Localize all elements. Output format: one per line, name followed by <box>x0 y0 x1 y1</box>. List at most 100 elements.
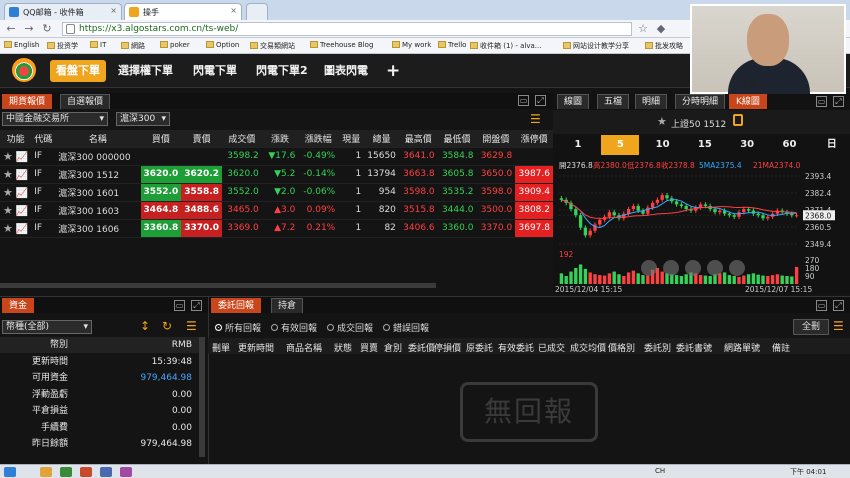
explorer-icon[interactable] <box>40 467 52 477</box>
sort-icon[interactable]: ↕ <box>140 319 150 333</box>
orders-column-header[interactable]: 備註 <box>772 341 790 354</box>
star-icon[interactable]: ★ <box>3 222 13 235</box>
back-icon[interactable]: ← <box>4 22 18 36</box>
popout-icon[interactable]: ▭ <box>816 96 827 107</box>
cancel-all-button[interactable]: 全刪 <box>793 319 829 335</box>
column-header[interactable]: 成交價 <box>221 130 262 148</box>
column-header[interactable]: 現量 <box>338 130 365 148</box>
tab-order-reports[interactable]: 委託回報 <box>211 298 262 313</box>
bookmark-item[interactable]: My work <box>392 41 431 49</box>
column-header[interactable]: 最高價 <box>398 130 438 148</box>
close-tab-icon[interactable]: × <box>230 6 237 15</box>
column-header[interactable]: 代碼 <box>31 130 56 148</box>
popout-icon[interactable]: ▭ <box>518 95 529 106</box>
star-icon[interactable]: ★ <box>3 168 13 181</box>
quote-row[interactable]: ★ 📈 IF 滬深300 1603 3464.8 3488.6 3465.0 ▲3.0 0.0… <box>0 201 553 220</box>
orders-column-header[interactable]: 價格別 <box>608 341 635 354</box>
orders-column-header[interactable]: 委託書號 <box>676 341 712 354</box>
orders-column-header[interactable]: 刪單 <box>212 341 230 354</box>
star-icon[interactable]: ★ <box>3 186 13 199</box>
row-ask[interactable]: 3558.8 <box>181 183 222 202</box>
bookmark-item[interactable]: poker <box>160 41 190 49</box>
add-menu-button[interactable]: + <box>380 60 406 82</box>
horizontal-scrollbar[interactable] <box>0 283 436 288</box>
bookmark-item[interactable]: 投资学 <box>47 41 78 51</box>
row-ask[interactable]: 3620.2 <box>181 165 222 184</box>
app-icon[interactable] <box>100 467 112 477</box>
column-header[interactable]: 最低價 <box>437 130 477 148</box>
exchange-select[interactable]: 中國金融交易所 ▾ <box>2 112 108 126</box>
row-ask[interactable]: 3370.0 <box>181 219 222 238</box>
orders-column-header[interactable]: 成交均價 <box>570 341 606 354</box>
column-header[interactable]: 漲停價 <box>515 130 553 148</box>
orders-column-header[interactable]: 買賣 <box>360 341 378 354</box>
orders-column-header[interactable]: 網路單號 <box>724 341 760 354</box>
report-filter-radio[interactable]: 有效回報 <box>271 324 317 334</box>
orders-column-header[interactable]: 委託價 <box>408 341 435 354</box>
extension-icon[interactable]: ◆ <box>654 22 668 36</box>
trend-chart-icon[interactable]: 📈 <box>16 224 28 235</box>
vertical-scrollbar[interactable] <box>199 337 205 457</box>
radio-icon[interactable] <box>383 324 391 331</box>
bookmark-item[interactable]: 網路 <box>121 41 145 51</box>
menu-flash-order[interactable]: 閃電下單 <box>187 60 243 82</box>
interval-button[interactable]: 60 <box>771 135 809 155</box>
chart-tab[interactable]: 明細 <box>635 94 668 109</box>
radio-icon[interactable] <box>327 324 335 331</box>
bookmark-item[interactable]: 批发攻略 <box>645 41 683 51</box>
chart-tab[interactable]: 線圖 <box>557 94 590 109</box>
orders-column-header[interactable]: 更新時間 <box>238 341 274 354</box>
bookmark-item[interactable]: Option <box>206 41 239 49</box>
trend-chart-icon[interactable]: 📈 <box>16 188 28 199</box>
list-menu-icon[interactable]: ☰ <box>186 319 197 333</box>
tab-futures-quote[interactable]: 期貨報價 <box>2 94 53 109</box>
orders-column-header[interactable]: 原委託 <box>466 341 493 354</box>
menu-option-order[interactable]: 選擇權下單 <box>112 60 179 82</box>
input-language[interactable]: CH <box>655 467 665 475</box>
orders-column-header[interactable]: 有效委託 <box>498 341 534 354</box>
star-icon[interactable]: ★ <box>3 150 13 163</box>
column-header[interactable]: 開盤價 <box>476 130 516 148</box>
expand-icon[interactable]: ⤢ <box>535 95 546 106</box>
column-header[interactable]: 漲跌 <box>261 130 299 148</box>
row-bid[interactable] <box>140 147 182 166</box>
reload-icon[interactable]: ↻ <box>40 22 54 36</box>
row-ask[interactable]: 3488.6 <box>181 201 222 220</box>
orders-column-header[interactable]: 停損價 <box>434 341 461 354</box>
row-ask[interactable] <box>181 147 222 166</box>
list-menu-icon[interactable]: ☰ <box>833 319 844 333</box>
report-filter-radio[interactable]: 所有回報 <box>215 324 261 334</box>
list-menu-icon[interactable]: ☰ <box>530 112 541 126</box>
chart-tab[interactable]: 五檔 <box>597 94 630 109</box>
row-bid[interactable]: 3552.0 <box>140 183 182 202</box>
bookmark-item[interactable]: English <box>4 41 39 49</box>
orders-column-header[interactable]: 狀態 <box>334 341 352 354</box>
bookmark-item[interactable]: Treehouse Blog <box>310 41 373 49</box>
interval-button[interactable]: 1 <box>559 135 597 155</box>
index-select[interactable]: 滬深300 ▾ <box>116 112 170 126</box>
row-bid[interactable]: 3620.0 <box>140 165 182 184</box>
new-tab-button[interactable] <box>246 3 268 20</box>
bookmark-item[interactable]: 收件箱 (1) - alva... <box>470 41 541 51</box>
expand-icon[interactable]: ⤢ <box>833 96 844 107</box>
close-tab-icon[interactable]: × <box>110 6 117 15</box>
popout-icon[interactable]: ▭ <box>174 300 185 311</box>
interval-button[interactable]: 5 <box>601 135 640 155</box>
trend-chart-icon[interactable]: 📈 <box>16 170 28 181</box>
menu-quote-order[interactable]: 看盤下單 <box>50 60 106 82</box>
tab-positions[interactable]: 持倉 <box>271 298 304 313</box>
trend-chart-icon[interactable]: 📈 <box>16 206 28 217</box>
interval-button[interactable]: 15 <box>686 135 724 155</box>
start-icon[interactable] <box>4 467 16 477</box>
chart-tab[interactable]: 分時明細 <box>675 94 726 109</box>
column-header[interactable]: 功能 <box>0 130 32 148</box>
star-icon[interactable]: ★ <box>657 115 667 128</box>
star-icon[interactable]: ★ <box>3 204 13 217</box>
bookmark-item[interactable]: 网站设计教学分享 <box>563 41 629 51</box>
chrome-icon[interactable] <box>80 467 92 477</box>
chart-tab[interactable]: K線圖 <box>729 94 767 109</box>
quote-row[interactable]: ★ 📈 IF 滬深300 1512 3620.0 3620.2 3620.0 ▼5.2 -0.… <box>0 165 553 184</box>
expand-icon[interactable]: ⤢ <box>833 300 844 311</box>
orders-column-header[interactable]: 委託別 <box>644 341 671 354</box>
report-filter-radio[interactable]: 錯誤回報 <box>383 324 429 334</box>
